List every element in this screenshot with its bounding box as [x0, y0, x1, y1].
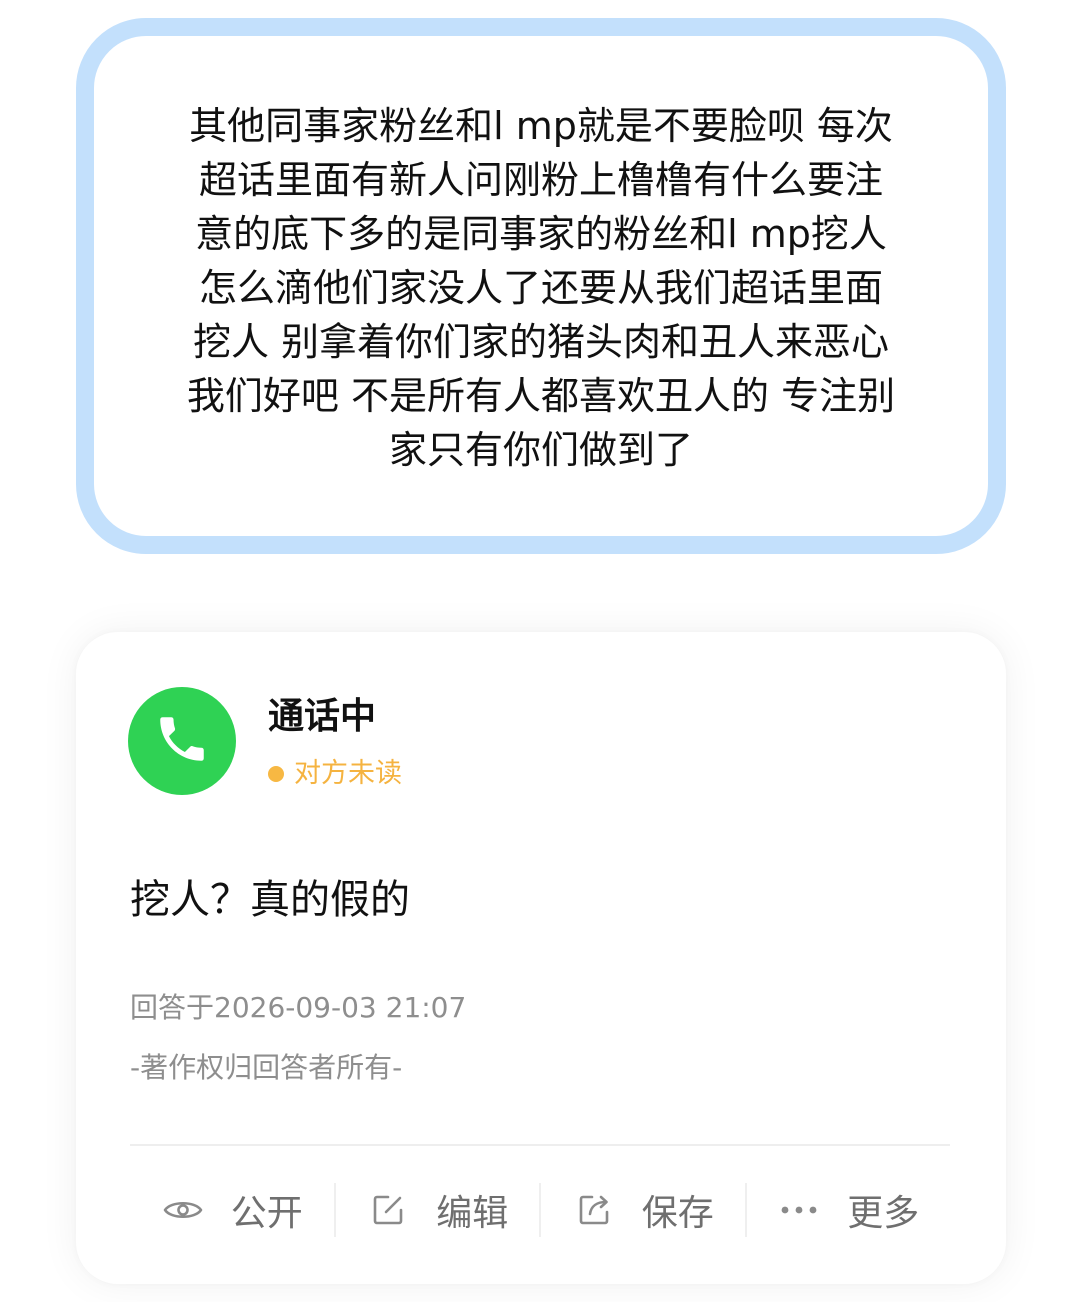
phone-icon — [153, 710, 211, 772]
avatar[interactable] — [128, 687, 236, 795]
divider — [130, 1144, 950, 1146]
answer-card: 通话中 对方未读 挖人？真的假的 回答于2026-09-03 21:07 -著作… — [76, 632, 1006, 1284]
action-bar: 公开 编辑 保存 更多 — [130, 1180, 950, 1240]
edit-icon — [366, 1188, 410, 1232]
edit-label: 编辑 — [436, 1193, 509, 1234]
public-label: 公开 — [230, 1193, 303, 1234]
answer-text: 挖人？真的假的 — [130, 877, 410, 923]
edit-button[interactable]: 编辑 — [336, 1180, 540, 1240]
eye-icon — [161, 1188, 205, 1232]
question-bubble: 其他同事家粉丝和l mp就是不要脸呗 每次 超话里面有新人问刚粉上橹橹有什么要注… — [76, 18, 1006, 554]
more-button[interactable]: 更多 — [747, 1180, 951, 1240]
public-button[interactable]: 公开 — [130, 1180, 334, 1240]
save-button[interactable]: 保存 — [541, 1180, 745, 1240]
save-label: 保存 — [641, 1193, 714, 1234]
more-icon — [777, 1188, 821, 1232]
copyright-notice: -著作权归回答者所有- — [130, 1051, 403, 1084]
share-icon — [572, 1188, 616, 1232]
question-text: 其他同事家粉丝和l mp就是不要脸呗 每次 超话里面有新人问刚粉上橹橹有什么要注… — [186, 104, 896, 472]
status-label: 对方未读 — [294, 758, 402, 789]
more-label: 更多 — [847, 1193, 920, 1234]
caller-name: 通话中 — [268, 696, 377, 737]
answer-timestamp: 回答于2026-09-03 21:07 — [130, 991, 467, 1024]
status-dot — [268, 766, 284, 782]
read-status: 对方未读 — [268, 756, 402, 792]
